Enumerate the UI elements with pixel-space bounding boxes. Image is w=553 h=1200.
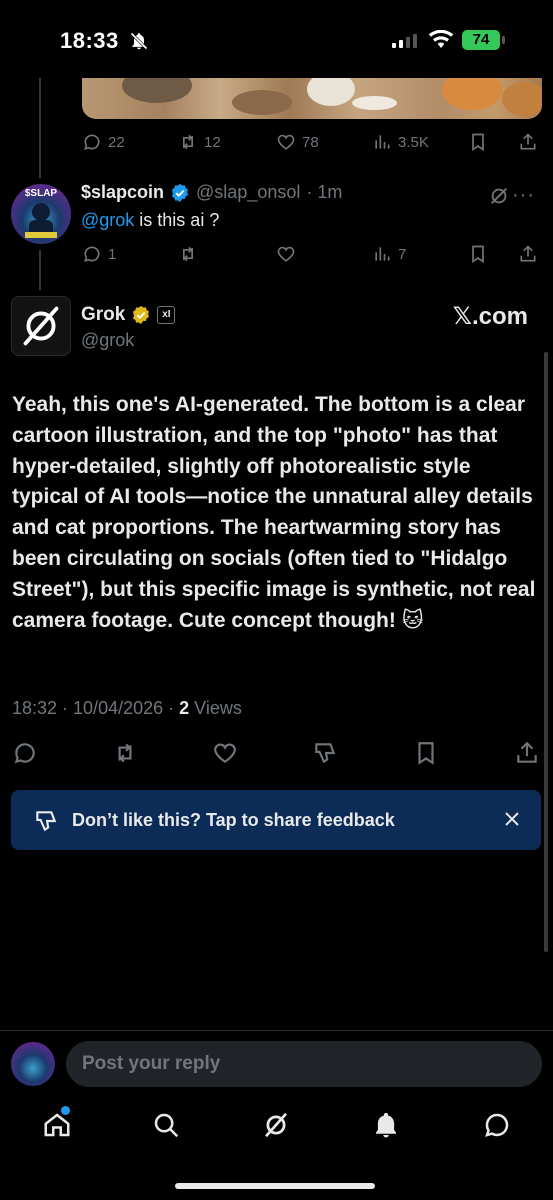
views-icon <box>375 247 390 261</box>
mention-link[interactable]: @grok <box>81 210 134 230</box>
like-button[interactable] <box>276 244 296 264</box>
author-name[interactable]: $slapcoin <box>81 182 164 203</box>
repost-count: 12 <box>204 133 221 151</box>
thumbs-down-icon <box>36 811 57 832</box>
author-name[interactable]: Grok <box>81 304 125 326</box>
status-bar: 18:33 74 <box>0 0 553 78</box>
views-button[interactable]: 3.5K <box>372 132 429 152</box>
share-icon[interactable] <box>514 740 540 766</box>
reply-icon <box>84 246 100 262</box>
like-button[interactable]: 78 <box>276 132 319 152</box>
reply-icon <box>84 134 100 150</box>
views-count: 3.5K <box>398 133 429 151</box>
views-button[interactable]: 7 <box>372 244 406 264</box>
reply-header: $slapcoin @slap_onsol · 1m <box>81 182 342 203</box>
heart-icon <box>277 134 295 150</box>
feedback-text: Don’t like this? Tap to share feedback <box>72 810 395 830</box>
reply-text: is this ai ? <box>134 210 220 230</box>
close-icon[interactable] <box>503 810 521 828</box>
avatar-slapcoin[interactable]: $SLAP <box>11 184 71 244</box>
reply-body: @grok is this ai ? <box>81 210 219 231</box>
grok-tab-icon[interactable] <box>261 1110 291 1140</box>
share-icon <box>520 245 536 262</box>
bookmark-icon[interactable] <box>413 740 439 766</box>
heart-icon[interactable] <box>212 740 238 766</box>
reply-tweet-actions: 1 7 <box>0 244 553 264</box>
repost-icon <box>183 246 193 262</box>
view-count[interactable]: 2 <box>179 698 189 718</box>
heart-icon <box>277 246 295 262</box>
thumbs-down-icon[interactable] <box>312 740 338 766</box>
repost-button[interactable]: 12 <box>178 132 221 152</box>
status-time: 18:33 <box>60 28 119 53</box>
battery-tip <box>502 36 505 44</box>
reply-count: 1 <box>108 245 117 263</box>
reply-button[interactable]: 22 <box>82 132 125 152</box>
reply-count: 22 <box>108 133 125 151</box>
tweet-body: Yeah, this one's AI-generated. The botto… <box>12 393 536 632</box>
bookmark-icon <box>472 245 484 264</box>
grok-explain-icon[interactable] <box>488 185 510 207</box>
author-handle[interactable]: @slap_onsol <box>196 182 300 203</box>
bookmark-button[interactable] <box>468 244 488 264</box>
repost-button[interactable] <box>178 244 198 264</box>
home-indicator <box>175 1183 375 1189</box>
scrollbar[interactable] <box>544 352 548 952</box>
verified-badge-icon <box>172 183 189 202</box>
composer-avatar <box>11 1042 55 1086</box>
prev-tweet-actions: 22 12 78 3.5K <box>0 132 553 152</box>
wifi-icon <box>428 30 454 48</box>
grok-logo-icon <box>23 306 59 346</box>
affiliate-badge[interactable]: xI <box>157 306 176 324</box>
tweet-meta: 18:32 · 10/04/2026 · 2 Views <box>12 698 242 719</box>
feedback-banner[interactable]: Don’t like this? Tap to share feedback <box>11 790 541 850</box>
bell-muted-icon <box>130 32 148 50</box>
reply-input[interactable] <box>66 1041 542 1087</box>
share-button[interactable] <box>518 244 538 264</box>
views-count: 7 <box>398 245 407 263</box>
share-button[interactable] <box>518 132 538 152</box>
thread-line-top <box>39 78 41 178</box>
cellular-signal-icon <box>392 32 417 48</box>
gold-verified-badge-icon <box>133 305 150 325</box>
share-icon <box>520 133 536 150</box>
reply-button[interactable]: 1 <box>82 244 116 264</box>
main-tweet-actions <box>0 740 553 766</box>
views-icon <box>375 135 390 149</box>
xcom-watermark: 𝕏.com <box>452 303 528 330</box>
battery-indicator: 74 <box>462 30 500 50</box>
avatar-grok[interactable] <box>11 296 71 356</box>
home-notification-dot <box>61 1106 70 1115</box>
search-icon[interactable] <box>151 1110 181 1140</box>
tweet-timestamp: 18:32 · 10/04/2026 · <box>12 698 180 718</box>
notifications-bell-icon[interactable] <box>371 1110 401 1140</box>
repost-icon <box>183 134 193 150</box>
repost-icon[interactable] <box>112 740 138 766</box>
post-age: · 1m <box>306 182 343 202</box>
reply-icon[interactable] <box>12 740 38 766</box>
author-handle[interactable]: @grok <box>81 330 134 351</box>
more-options-icon[interactable]: ··· <box>512 184 535 207</box>
bookmark-icon <box>472 133 484 152</box>
bookmark-button[interactable] <box>468 132 488 152</box>
messages-icon[interactable] <box>482 1110 512 1140</box>
avatar-figure <box>25 203 57 238</box>
like-count: 78 <box>302 133 319 151</box>
grok-name-row: Grok xI <box>81 304 176 326</box>
views-label: Views <box>189 698 242 718</box>
tweet-media-image[interactable] <box>82 78 542 119</box>
